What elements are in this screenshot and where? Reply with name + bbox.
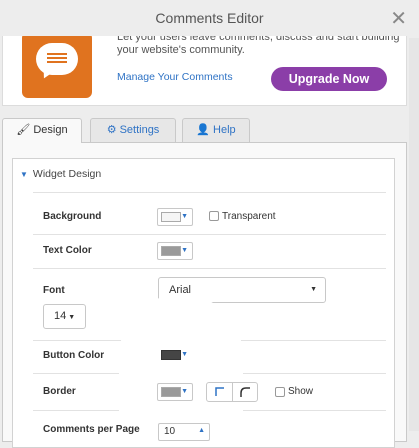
caret-down-icon: ▼ xyxy=(68,314,76,321)
font-size-value: 14 xyxy=(54,310,67,322)
round-corner-icon xyxy=(240,387,250,397)
border-color-picker[interactable]: ▼ xyxy=(157,383,193,401)
divider xyxy=(243,373,386,374)
caret-down-icon: ▼ xyxy=(20,170,28,179)
user-icon: 👤 xyxy=(196,124,211,136)
promo-card: Let your users leave comments, discuss a… xyxy=(2,36,407,106)
divider xyxy=(33,192,386,193)
button-color-swatch xyxy=(161,350,181,360)
transparent-label: Transparent xyxy=(222,211,276,222)
button-color-label: Button Color xyxy=(43,350,105,361)
button-color-picker[interactable]: ▼ xyxy=(157,346,193,364)
text-color-label: Text Color xyxy=(43,245,92,256)
title-bar: Comments Editor ✕ xyxy=(0,0,419,38)
chevron-down-icon: ▼ xyxy=(181,247,188,254)
upgrade-now-button[interactable]: Upgrade Now xyxy=(271,67,387,91)
border-show-label: Show xyxy=(288,386,314,397)
close-icon[interactable]: ✕ xyxy=(390,9,407,29)
tab-help[interactable]: 👤 Help xyxy=(182,118,250,142)
section-title: Widget Design xyxy=(32,168,102,180)
comments-per-page-value: 10 xyxy=(164,426,176,437)
comments-per-page-label: Comments per Page xyxy=(43,424,140,435)
caret-down-icon: ▼ xyxy=(310,286,317,293)
font-label: Font xyxy=(43,285,65,296)
tab-design[interactable]: 🖌 Design xyxy=(2,118,82,143)
divider xyxy=(33,268,386,269)
background-swatch xyxy=(161,212,181,222)
background-color-picker[interactable]: ▼ xyxy=(157,208,193,226)
font-size-select[interactable]: 14 ▼ xyxy=(43,304,86,329)
gear-icon: ⚙ xyxy=(106,124,117,136)
divider xyxy=(33,373,119,374)
square-corner-button[interactable] xyxy=(207,383,233,401)
widget-design-header[interactable]: ▼ Widget Design xyxy=(20,168,101,180)
border-color-swatch xyxy=(161,387,181,397)
chevron-down-icon: ▼ xyxy=(181,213,188,220)
divider xyxy=(33,234,386,235)
divider xyxy=(33,410,119,411)
corner-style-toggle[interactable] xyxy=(206,382,258,402)
chevron-up-icon[interactable]: ▲ xyxy=(198,423,205,439)
tab-settings[interactable]: ⚙ Settings xyxy=(90,118,176,142)
window-title: Comments Editor xyxy=(155,10,264,26)
square-corner-icon xyxy=(215,387,224,396)
divider xyxy=(243,410,386,411)
chevron-down-icon: ▼ xyxy=(181,351,188,358)
comment-bubble-icon xyxy=(22,36,92,98)
border-show-checkbox[interactable] xyxy=(275,387,285,397)
brush-icon: 🖌 xyxy=(16,124,31,136)
text-color-swatch xyxy=(161,246,181,256)
transparent-checkbox[interactable] xyxy=(209,211,219,221)
comments-per-page-input[interactable]: 10 ▲ xyxy=(158,423,210,441)
scroll-track xyxy=(409,38,419,431)
manage-comments-link[interactable]: Manage Your Comments xyxy=(117,71,233,83)
background-label: Background xyxy=(43,211,102,222)
tab-settings-label: Settings xyxy=(119,124,160,136)
chevron-down-icon: ▼ xyxy=(181,388,188,395)
tab-help-label: Help xyxy=(213,124,236,136)
promo-description: Let your users leave comments, discuss a… xyxy=(117,36,400,56)
border-label: Border xyxy=(43,386,76,397)
round-corner-button[interactable] xyxy=(233,383,259,401)
tab-design-label: Design xyxy=(33,124,68,136)
text-color-picker[interactable]: ▼ xyxy=(157,242,193,260)
